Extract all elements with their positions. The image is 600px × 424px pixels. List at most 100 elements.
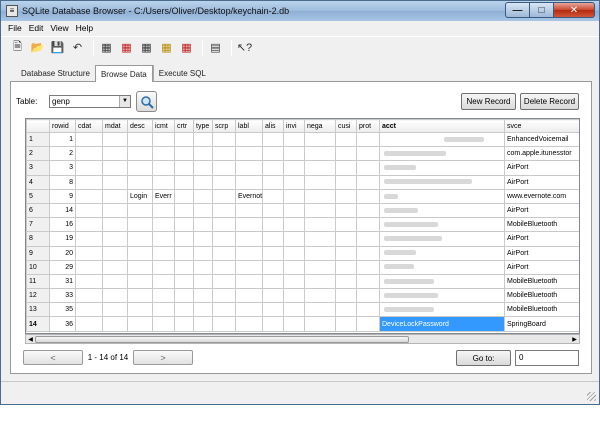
table-row[interactable]: 7 16 MobileBluetooth [26, 217, 579, 233]
cell-labl[interactable] [235, 131, 263, 148]
cell-type[interactable] [193, 316, 213, 332]
row-number[interactable]: 13 [26, 302, 50, 318]
cell-svce[interactable]: SpringBoard [504, 316, 579, 332]
cell-desc[interactable] [127, 245, 153, 261]
cell-invi[interactable] [283, 259, 305, 275]
cell-cdat[interactable] [75, 131, 103, 148]
table-row[interactable]: 8 19 AirPort [26, 231, 579, 247]
cell-acct[interactable] [379, 160, 505, 176]
cell-cdat[interactable] [75, 245, 103, 261]
find-button[interactable] [136, 91, 157, 112]
modify-table-icon[interactable]: ▦ [138, 39, 155, 56]
cell-alis[interactable] [262, 202, 284, 219]
cell-cdat[interactable] [75, 174, 103, 190]
cell-mdat[interactable] [102, 202, 128, 219]
cell-scrp[interactable] [212, 174, 236, 190]
cell-rowid[interactable]: 1 [49, 131, 76, 148]
cell-icmt[interactable] [152, 174, 175, 190]
column-header-cdat[interactable]: cdat [75, 119, 103, 133]
cell-mdat[interactable] [102, 174, 128, 190]
cell-rowid[interactable]: 2 [49, 146, 76, 162]
column-header-cusi[interactable]: cusi [335, 119, 357, 133]
column-header-acct[interactable]: acct [379, 119, 505, 133]
cell-invi[interactable] [283, 202, 305, 219]
cell-labl[interactable] [235, 316, 263, 332]
row-number[interactable]: 3 [26, 160, 50, 176]
table-row[interactable]: 3 3 AirPort [26, 160, 579, 176]
cell-icmt[interactable] [152, 131, 175, 148]
cell-crtr[interactable] [174, 273, 194, 290]
cell-desc[interactable] [127, 231, 153, 247]
cell-invi[interactable] [283, 146, 305, 162]
cell-scrp[interactable] [212, 131, 236, 148]
column-header-labl[interactable]: labl [235, 119, 263, 133]
cell-labl[interactable] [235, 273, 263, 290]
tab-execute-sql[interactable]: Execute SQL [152, 65, 211, 81]
delete-index-icon[interactable]: ▦ [178, 39, 195, 56]
cell-type[interactable] [193, 245, 213, 261]
cell-cusi[interactable] [335, 217, 357, 233]
cell-scrp[interactable] [212, 245, 236, 261]
cell-nega[interactable] [304, 188, 336, 204]
cell-alis[interactable] [262, 146, 284, 162]
cell-scrp[interactable] [212, 316, 236, 332]
cell-mdat[interactable] [102, 273, 128, 290]
cell-rowid[interactable]: 33 [49, 288, 76, 304]
tab-browse-data[interactable]: Browse Data [94, 65, 153, 82]
cell-desc[interactable] [127, 146, 153, 162]
cell-nega[interactable] [304, 273, 336, 290]
cell-svce[interactable]: www.evernote.com [504, 188, 579, 204]
row-number[interactable]: 5 [26, 188, 50, 204]
cell-type[interactable] [193, 174, 213, 190]
cell-nega[interactable] [304, 131, 336, 148]
cell-type[interactable] [193, 146, 213, 162]
cell-acct[interactable] [379, 131, 505, 148]
cell-crtr[interactable] [174, 231, 194, 247]
cell-labl[interactable] [235, 259, 263, 275]
cell-mdat[interactable] [102, 131, 128, 148]
close-button[interactable]: ✕ [553, 2, 595, 18]
cell-nega[interactable] [304, 160, 336, 176]
undo-icon[interactable]: ↶ [69, 39, 86, 56]
cell-type[interactable] [193, 217, 213, 233]
cell-icmt[interactable] [152, 202, 175, 219]
cell-prot[interactable] [356, 302, 380, 318]
cell-crtr[interactable] [174, 259, 194, 275]
cell-acct[interactable] [379, 174, 505, 190]
cell-type[interactable] [193, 188, 213, 204]
cell-invi[interactable] [283, 217, 305, 233]
table-row[interactable]: 2 2 com.apple.itunesstor [26, 146, 579, 162]
cell-labl[interactable] [235, 146, 263, 162]
cell-alis[interactable] [262, 231, 284, 247]
cell-prot[interactable] [356, 174, 380, 190]
column-header-prot[interactable]: prot [356, 119, 380, 133]
cell-crtr[interactable] [174, 146, 194, 162]
cell-mdat[interactable] [102, 146, 128, 162]
cell-prot[interactable] [356, 245, 380, 261]
cell-cusi[interactable] [335, 174, 357, 190]
cell-crtr[interactable] [174, 188, 194, 204]
column-header-alis[interactable]: alis [262, 119, 284, 133]
cell-icmt[interactable] [152, 302, 175, 318]
cell-alis[interactable] [262, 160, 284, 176]
cell-cusi[interactable] [335, 302, 357, 318]
cell-alis[interactable] [262, 302, 284, 318]
cell-invi[interactable] [283, 231, 305, 247]
column-header-rowid[interactable]: rowid [49, 119, 76, 133]
column-header-desc[interactable]: desc [127, 119, 153, 133]
cell-icmt[interactable] [152, 273, 175, 290]
cell-scrp[interactable] [212, 160, 236, 176]
cell-rowid[interactable]: 20 [49, 245, 76, 261]
cell-type[interactable] [193, 302, 213, 318]
cell-type[interactable] [193, 259, 213, 275]
cell-scrp[interactable] [212, 146, 236, 162]
cell-acct[interactable] [379, 202, 505, 219]
cell-prot[interactable] [356, 146, 380, 162]
row-number[interactable]: 11 [26, 273, 50, 290]
cell-desc[interactable] [127, 259, 153, 275]
cell-mdat[interactable] [102, 259, 128, 275]
column-header-crtr[interactable]: crtr [174, 119, 194, 133]
cell-icmt[interactable] [152, 316, 175, 332]
cell-nega[interactable] [304, 259, 336, 275]
cell-nega[interactable] [304, 146, 336, 162]
